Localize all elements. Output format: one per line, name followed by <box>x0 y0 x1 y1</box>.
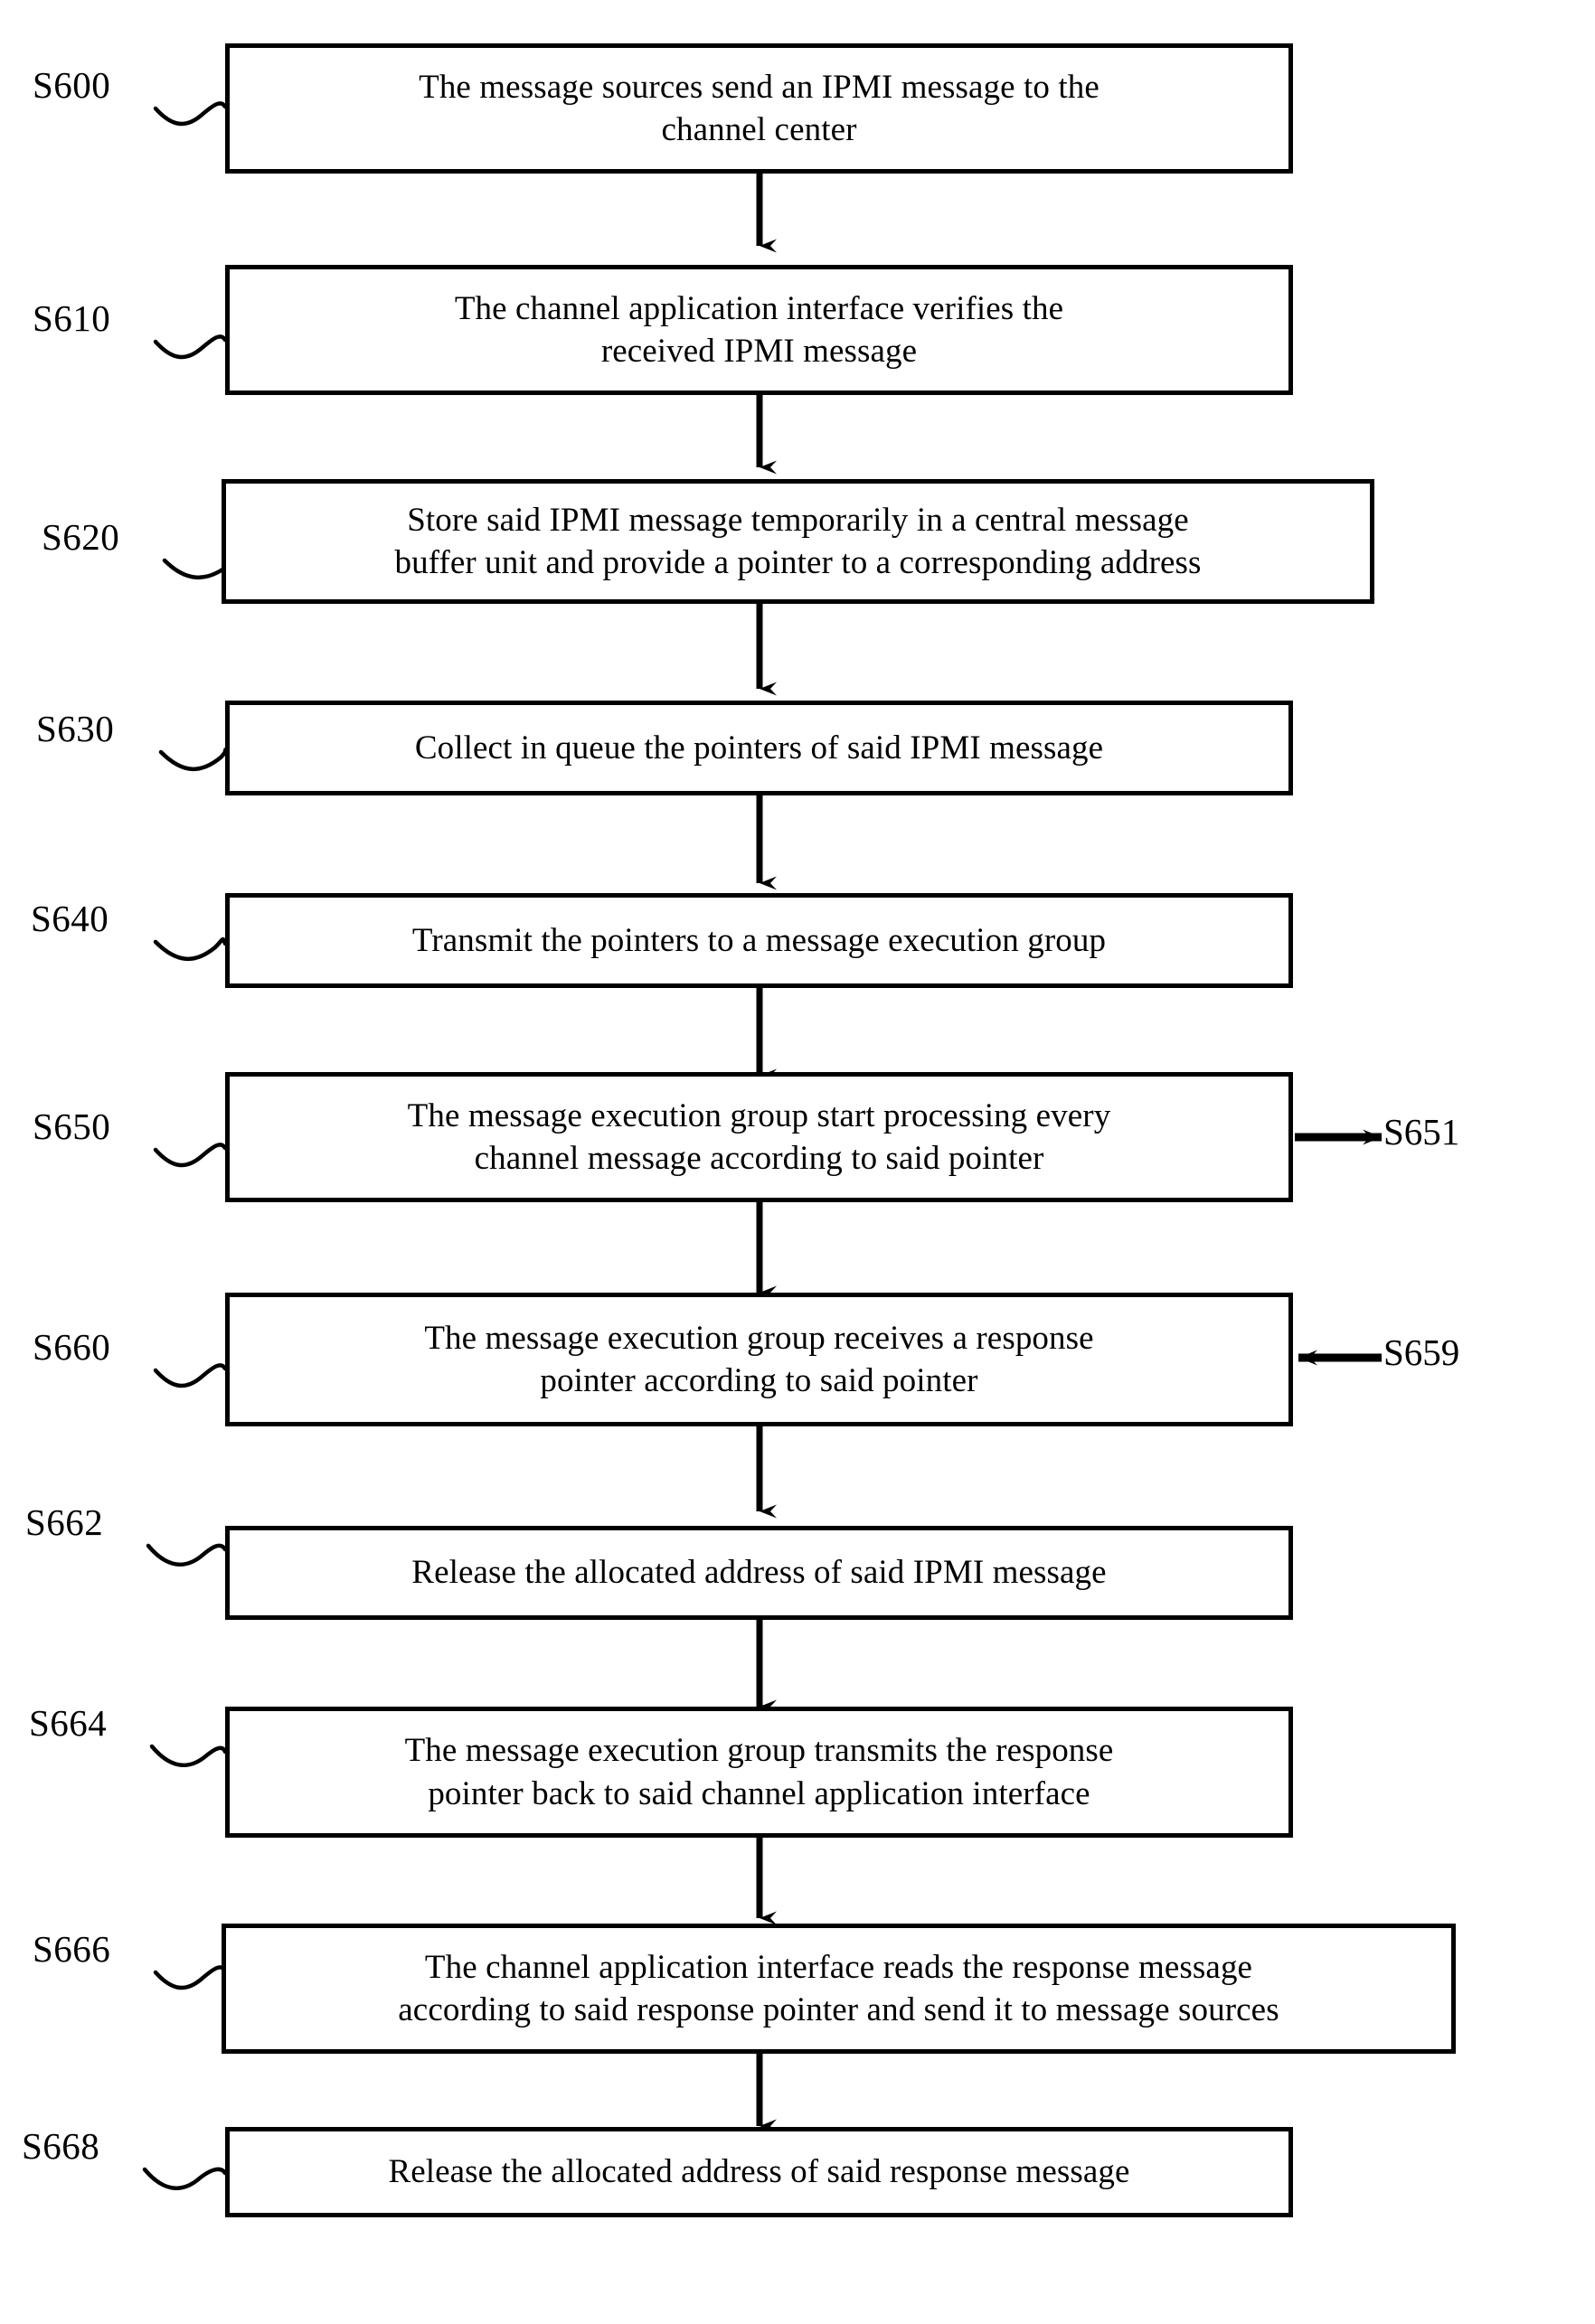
process-node-s664: The message execution group transmits th… <box>225 1707 1293 1838</box>
process-node-s640: Transmit the pointers to a message execu… <box>225 893 1293 988</box>
step-label-s666: S666 <box>33 1928 111 1970</box>
process-node-s610-text: The channel application interface verifi… <box>454 289 1064 370</box>
step-label-s640: S640 <box>31 898 109 939</box>
process-node-s662-text: Release the allocated address of said IP… <box>411 1554 1107 1592</box>
process-node-s662: Release the allocated address of said IP… <box>225 1526 1293 1620</box>
step-label-s650: S650 <box>33 1106 111 1147</box>
leader-s662 <box>146 1543 228 1567</box>
process-node-s660: The message execution group receives a r… <box>225 1293 1293 1426</box>
process-node-s630-text: Collect in queue the pointers of said IP… <box>414 729 1104 767</box>
leader-s610 <box>153 334 228 360</box>
step-label-s610: S610 <box>33 297 111 339</box>
process-node-s664-text: The message execution group transmits th… <box>404 1732 1114 1812</box>
step-label-s630: S630 <box>36 708 115 749</box>
process-node-s610: The channel application interface verifi… <box>225 265 1293 395</box>
leader-s666 <box>153 1965 228 1990</box>
leader-s630 <box>158 747 229 771</box>
process-node-s600: The message sources send an IPMI message… <box>225 43 1293 174</box>
process-node-s650-text: The message execution group start proces… <box>407 1096 1111 1177</box>
flowchart-figure: S600 S610 S620 S630 S640 S650 S660 S662 … <box>0 0 1595 2324</box>
leader-s640 <box>153 936 228 961</box>
leader-s664 <box>149 1744 228 1767</box>
leader-s600 <box>153 101 228 127</box>
step-label-s600: S600 <box>33 64 111 106</box>
process-node-s666: The channel application interface reads … <box>222 1924 1456 2054</box>
step-label-s660: S660 <box>33 1326 111 1368</box>
leader-s660 <box>153 1363 228 1388</box>
leader-s650 <box>153 1143 228 1168</box>
process-node-s668-text: Release the allocated address of said re… <box>388 2153 1130 2191</box>
process-node-s630: Collect in queue the pointers of said IP… <box>225 701 1293 795</box>
step-label-s668: S668 <box>22 2125 100 2167</box>
process-node-s650: The message execution group start proces… <box>225 1072 1293 1202</box>
process-node-s620-text: Store said IPMI message temporarily in a… <box>394 501 1202 581</box>
step-label-s664: S664 <box>29 1702 108 1744</box>
process-node-s666-text: The channel application interface reads … <box>398 1948 1279 2028</box>
side-label-s651: S651 <box>1383 1111 1460 1153</box>
process-node-s640-text: Transmit the pointers to a message execu… <box>411 921 1107 959</box>
step-label-s620: S620 <box>42 516 120 558</box>
process-node-s668: Release the allocated address of said re… <box>225 2127 1293 2217</box>
process-node-s600-text: The message sources send an IPMI message… <box>419 68 1100 148</box>
leader-s668 <box>142 2167 228 2190</box>
side-label-s659: S659 <box>1383 1331 1460 1373</box>
process-node-s660-text: The message execution group receives a r… <box>424 1319 1094 1399</box>
process-node-s620: Store said IPMI message temporarily in a… <box>222 479 1374 604</box>
step-label-s662: S662 <box>25 1501 104 1543</box>
